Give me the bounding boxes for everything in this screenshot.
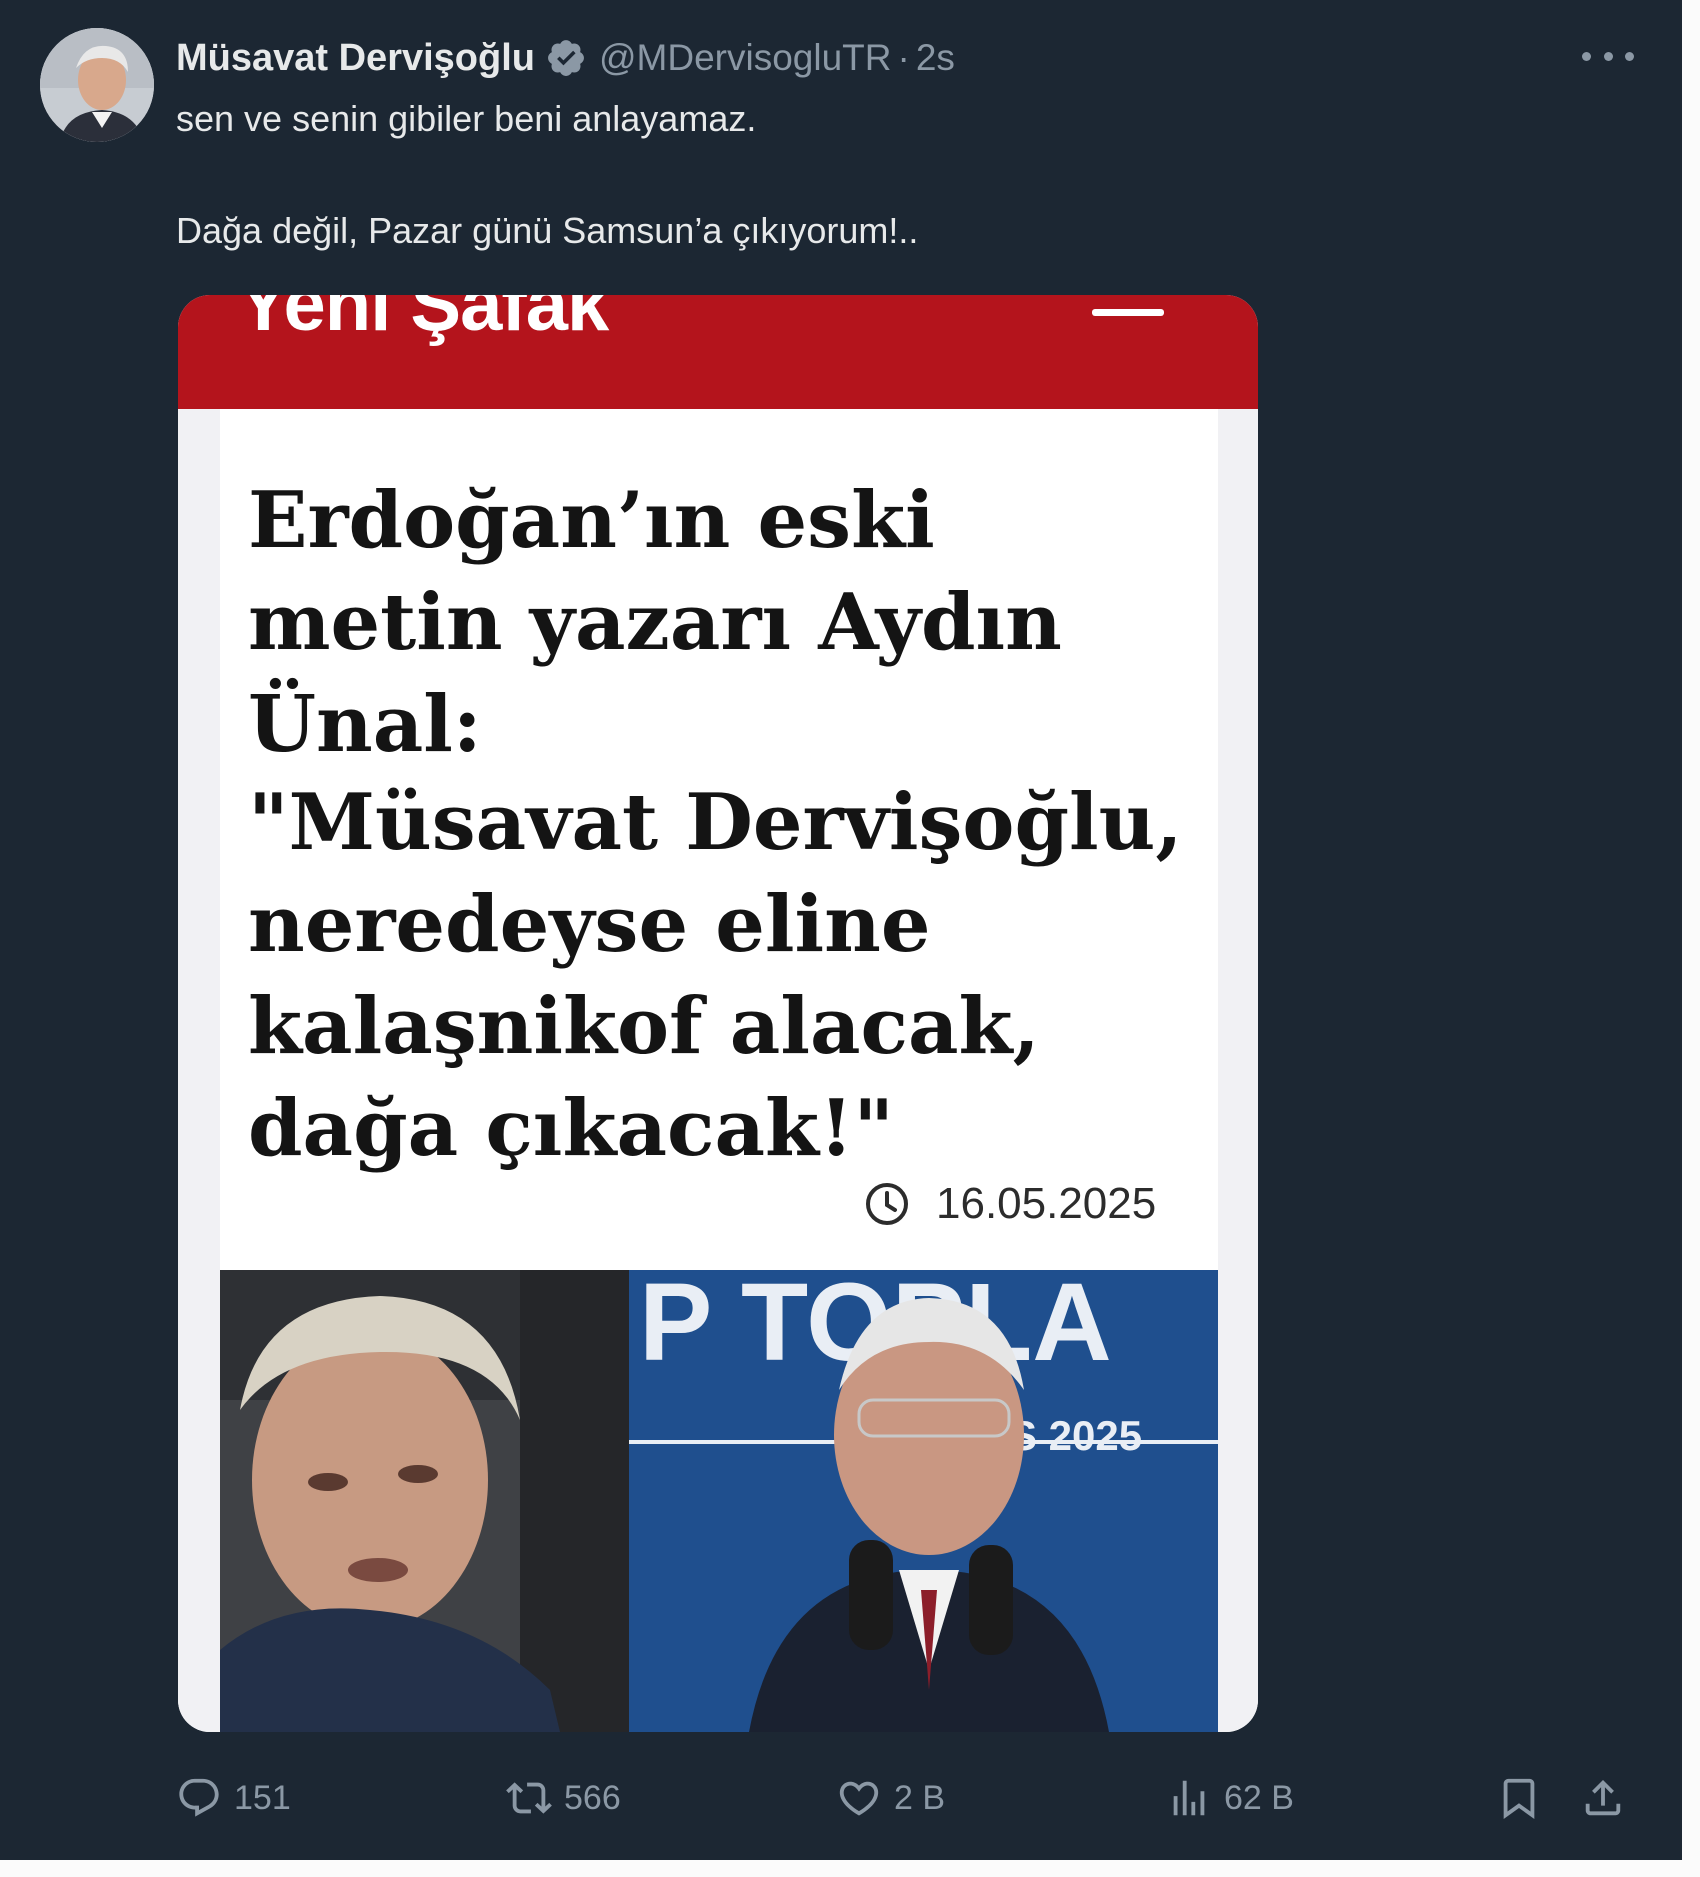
post-time[interactable]: 2s <box>916 37 955 79</box>
tweet: Müsavat Dervişoğlu @MDervisogluTR · 2s s… <box>0 0 1682 1860</box>
attached-image[interactable]: Yeni Şafak Erdoğan’ın eski metin yazarı … <box>178 295 1258 1732</box>
more-options-icon[interactable] <box>1582 36 1634 76</box>
views-button[interactable]: 62 B <box>1166 1770 1294 1826</box>
tweet-text-line: sen ve senin gibiler beni anlayamaz. <box>176 98 757 139</box>
like-count: 2 B <box>894 1778 946 1817</box>
news-quote: "Müsavat Dervişoğlu, neredeyse eline kal… <box>248 777 1183 1174</box>
share-button[interactable] <box>1580 1770 1626 1826</box>
bookmark-button[interactable] <box>1496 1770 1542 1826</box>
news-site-header: Yeni Şafak <box>178 295 1258 409</box>
news-headline: Erdoğan’ın eski metin yazarı Aydın Ünal: <box>248 475 1062 770</box>
news-date: 16.05.2025 <box>864 1179 1156 1229</box>
retweet-count: 566 <box>564 1778 621 1817</box>
retweet-button[interactable]: 566 <box>506 1770 621 1826</box>
photo-musavat-dervisoglu: P TOPLA S 2025 <box>629 1270 1218 1732</box>
verified-badge-icon <box>545 37 587 79</box>
tweet-text-line: Dağa değil, Pazar günü Samsun’a çıkıyoru… <box>176 210 919 251</box>
share-icon <box>1580 1775 1626 1821</box>
hamburger-menu-icon <box>1092 309 1164 316</box>
news-logo: Yeni Şafak <box>238 295 609 347</box>
tweet-actions: 151 566 2 B 62 B <box>176 1770 1636 1826</box>
reply-icon <box>176 1775 222 1821</box>
reply-count: 151 <box>234 1778 291 1817</box>
tweet-header: Müsavat Dervişoğlu @MDervisogluTR · 2s <box>176 30 955 86</box>
avatar-image <box>40 28 154 142</box>
avatar[interactable] <box>40 28 154 142</box>
clock-icon <box>864 1181 910 1227</box>
heart-icon <box>836 1775 882 1821</box>
reply-button[interactable]: 151 <box>176 1770 291 1826</box>
bookmark-icon <box>1496 1775 1542 1821</box>
separator: · <box>897 37 910 78</box>
retweet-icon <box>506 1775 552 1821</box>
photo-aydin-unal <box>220 1270 629 1732</box>
backdrop-year: S 2025 <box>1009 1412 1142 1459</box>
views-icon <box>1166 1775 1212 1821</box>
author-handle[interactable]: @MDervisogluTR <box>599 37 892 79</box>
views-count: 62 B <box>1224 1778 1294 1817</box>
date-text: 16.05.2025 <box>936 1179 1157 1228</box>
like-button[interactable]: 2 B <box>836 1770 945 1826</box>
author-name[interactable]: Müsavat Dervişoğlu <box>176 37 535 80</box>
